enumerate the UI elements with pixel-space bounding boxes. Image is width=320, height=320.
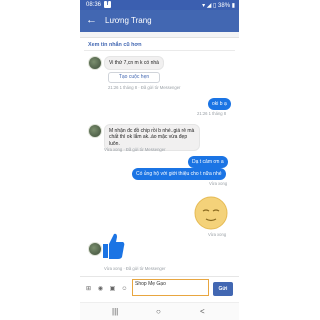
header-shadow [80,32,239,38]
status-indicators: ▾ ◢ ▯ 38% ▮ [202,3,235,9]
avatar[interactable] [88,56,102,70]
status-bar: 08:36 f ▾ ◢ ▯ 38% ▮ [80,0,239,10]
smiley-sticker-icon[interactable] [194,196,228,230]
grid-icon[interactable]: ⊞ [85,286,92,293]
message-bubble-outgoing[interactable]: Dạ t cảm ơn a [188,156,228,169]
messenger-screen: 08:36 f ▾ ◢ ▯ 38% ▮ ← Lương Trang Xem ti… [80,0,239,320]
emoji-icon[interactable]: ☺ [121,286,128,293]
send-button[interactable]: Gửi [213,282,233,296]
message-meta: 21:26 1 tháng 8 · Đã gửi từ Messenger [108,85,181,90]
message-meta: Vừa xong · Đã gửi từ Messenger [104,266,166,271]
thumbs-up-icon[interactable] [102,232,126,260]
older-messages-link[interactable]: Xem tin nhắn cũ hơn [88,42,142,48]
message-bubble-outgoing[interactable]: oki b ạ [208,98,231,111]
arrow-left-icon[interactable]: ← [86,14,97,26]
system-navbar: ||| ○ < [80,302,239,320]
home-icon[interactable]: ○ [156,307,161,316]
message-bubble-outgoing[interactable]: Có ủng hộ với giới thiệu cho t nữa nhé [132,168,226,181]
contact-name[interactable]: Lương Trang [105,16,152,25]
status-time: 08:36 [86,2,102,8]
message-meta: Vừa xong · Đã gửi từ Messenger [104,147,166,152]
message-composer: ⊞ ◉ ▣ ☺ Shop Mẹ Gạo Gửi [80,276,239,299]
message-bubble-incoming[interactable]: Vi thứ 7,cn m k có nhà [104,56,164,71]
message-meta: 21:26 1 tháng 8 [197,111,227,116]
chat-header: ← Lương Trang [80,10,239,32]
avatar[interactable] [88,124,102,138]
message-input[interactable]: Shop Mẹ Gạo [132,279,209,296]
message-meta: Vừa xong [209,181,228,186]
facebook-icon: f [104,1,111,8]
image-icon[interactable]: ▣ [109,286,116,293]
message-meta: Vừa xong [208,232,227,237]
recent-apps-icon[interactable]: ||| [112,307,118,316]
back-icon[interactable]: < [200,307,205,316]
camera-icon[interactable]: ◉ [97,286,104,293]
divider [84,50,235,51]
avatar[interactable] [88,242,102,256]
create-appointment-button[interactable]: Tạo cuộc hẹn [108,72,160,83]
